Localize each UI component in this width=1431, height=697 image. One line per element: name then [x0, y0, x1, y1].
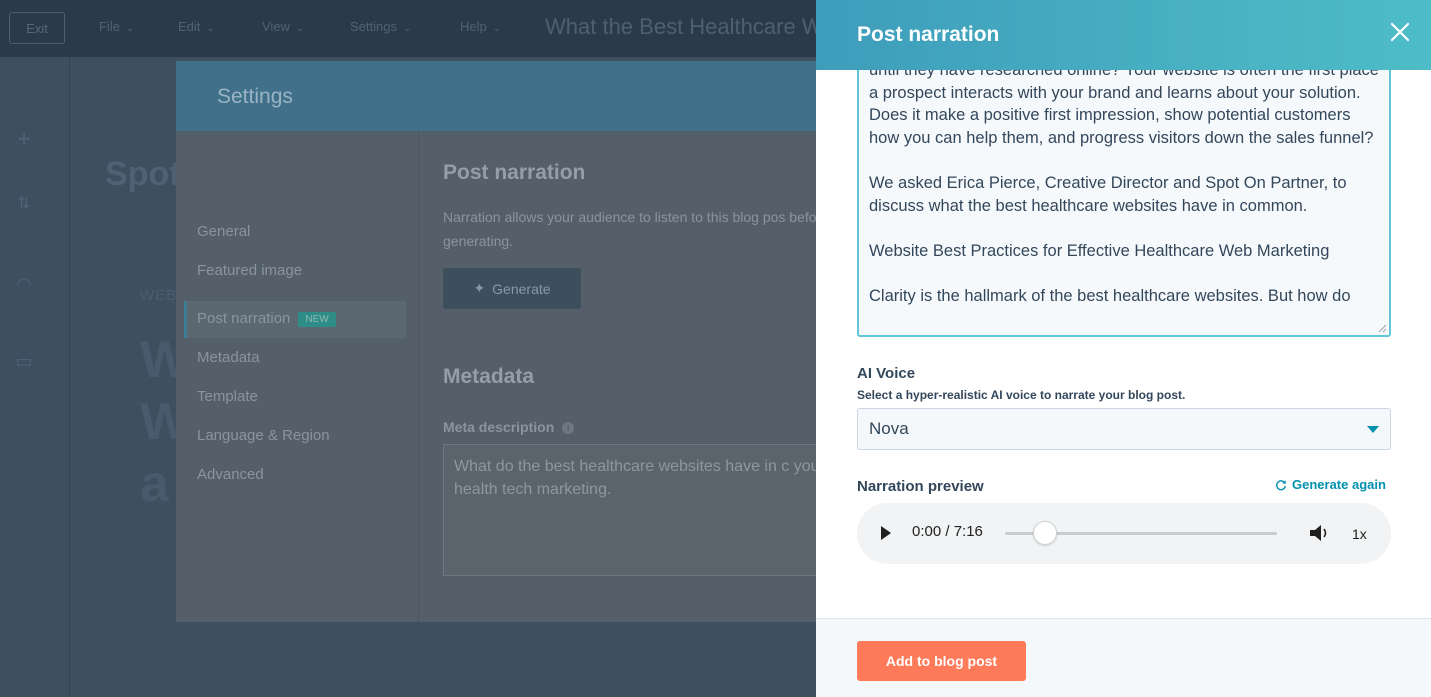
- menu-help[interactable]: Help ⌄: [460, 19, 501, 34]
- ai-voice-selected-value: Nova: [869, 419, 909, 438]
- settings-title: Settings: [217, 85, 293, 108]
- settings-nav-template[interactable]: Template: [197, 388, 258, 405]
- settings-modal: Settings General Featured image Post nar…: [176, 61, 838, 622]
- narration-textarea[interactable]: until they have researched online? Your …: [857, 56, 1391, 337]
- ai-voice-label: AI Voice: [857, 365, 916, 382]
- playback-speed-button[interactable]: 1x: [1352, 526, 1367, 542]
- settings-nav-metadata[interactable]: Metadata: [197, 349, 260, 366]
- panel-footer: Add to blog post: [816, 618, 1431, 697]
- canvas-title-fragment: a: [140, 455, 169, 513]
- document-title: What the Best Healthcare W: [545, 14, 823, 39]
- audio-player: 0:00 / 7:16 1x: [857, 503, 1391, 564]
- canvas-heading: Spot: [105, 155, 181, 193]
- settings-nav-post-narration[interactable]: Post narration NEW: [197, 310, 336, 327]
- panel-header: Post narration: [816, 0, 1431, 70]
- sparkle-icon: ✦: [473, 280, 486, 296]
- panel-title: Post narration: [857, 23, 1000, 46]
- narration-paragraph: until they have researched online? Your …: [869, 61, 1379, 147]
- menu-settings[interactable]: Settings ⌄: [350, 19, 411, 34]
- chevron-down-icon: ⌄: [125, 23, 135, 34]
- meta-description-label: Meta description i: [443, 419, 575, 435]
- refresh-icon: [1276, 479, 1287, 490]
- settings-nav: General Featured image Post narration NEW…: [176, 131, 419, 622]
- menu-edit[interactable]: Edit ⌄: [178, 19, 215, 34]
- meta-description-field[interactable]: What do the best healthcare websites hav…: [443, 444, 838, 576]
- narration-preview-label: Narration preview: [857, 478, 984, 495]
- ai-voice-select[interactable]: Nova: [857, 408, 1391, 450]
- settings-nav-language-region[interactable]: Language & Region: [197, 427, 330, 444]
- settings-narration-description: Narration allows your audience to listen…: [443, 209, 829, 249]
- post-narration-panel: until they have researched online? Your …: [816, 0, 1431, 697]
- menu-view[interactable]: View ⌄: [262, 19, 304, 34]
- time-readout: 0:00 / 7:16: [912, 523, 983, 540]
- settings-header: Settings: [176, 61, 836, 131]
- narration-paragraph: Website Best Practices for Effective Hea…: [869, 241, 1330, 260]
- new-badge: NEW: [298, 311, 336, 327]
- settings-nav-advanced[interactable]: Advanced: [197, 466, 264, 483]
- narration-paragraph: Clarity is the hallmark of the best heal…: [869, 286, 1351, 305]
- page-icon[interactable]: ▭: [12, 349, 36, 373]
- play-icon[interactable]: [881, 526, 891, 540]
- gauge-icon[interactable]: ◠: [12, 272, 36, 296]
- chevron-down-icon: ⌄: [492, 23, 502, 34]
- generate-button[interactable]: ✦ Generate: [443, 268, 581, 309]
- generate-again-link[interactable]: Generate again: [1275, 477, 1386, 492]
- settings-narration-heading: Post narration: [443, 161, 586, 184]
- sort-icon[interactable]: ⇅: [12, 192, 36, 216]
- seek-thumb[interactable]: [1033, 521, 1057, 545]
- exit-button[interactable]: Exit: [9, 12, 65, 44]
- metadata-heading: Metadata: [443, 365, 535, 388]
- info-icon[interactable]: i: [562, 422, 575, 435]
- settings-nav-general[interactable]: General: [197, 223, 250, 240]
- chevron-down-icon: ⌄: [402, 23, 412, 34]
- narration-paragraph: We asked Erica Pierce, Creative Director…: [869, 173, 1347, 215]
- volume-icon[interactable]: [1309, 523, 1331, 543]
- add-to-blog-post-button[interactable]: Add to blog post: [857, 641, 1026, 681]
- chevron-down-icon: ⌄: [295, 23, 305, 34]
- canvas-subheading: WEB: [140, 287, 178, 304]
- menu-file[interactable]: File ⌄: [99, 19, 134, 34]
- resize-grip-icon[interactable]: [1378, 324, 1387, 333]
- editor-left-rail: + ⇅ ◠ ▭: [0, 57, 70, 697]
- close-icon[interactable]: [1388, 20, 1412, 44]
- plus-icon[interactable]: +: [12, 127, 36, 151]
- chevron-down-icon: ⌄: [206, 23, 215, 34]
- ai-voice-help-text: Select a hyper-realistic AI voice to nar…: [857, 388, 1186, 402]
- caret-down-icon: [1367, 426, 1379, 433]
- settings-nav-featured-image[interactable]: Featured image: [197, 262, 302, 279]
